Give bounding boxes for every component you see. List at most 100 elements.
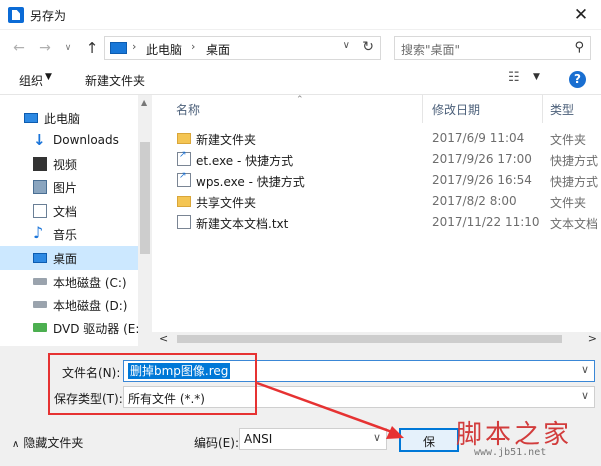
sidebar-item-label: 本地磁盘 (D:)	[53, 299, 128, 313]
window-title: 另存为	[30, 9, 67, 23]
main-pane: 此电脑 ↓ Downloads 视频 图片 文档 ♪ 音乐 桌面 本地磁盘 (C…	[0, 94, 601, 346]
sidebar-item-documents[interactable]: 文档	[0, 199, 138, 223]
file-type: 快捷方式	[550, 175, 599, 189]
sidebar-item-music[interactable]: ♪ 音乐	[0, 222, 138, 246]
file-list: ⌃ 名称 修改日期 类型 新建文件夹 2017/6/9 11:04 文件夹 et…	[152, 95, 601, 346]
file-name: et.exe - 快捷方式	[196, 154, 294, 168]
chevron-up-icon: ∧	[12, 439, 20, 450]
sidebar-scrollbar[interactable]: ▲	[138, 95, 152, 346]
text-file-icon	[177, 215, 191, 229]
file-type: 文本文档	[550, 217, 599, 231]
breadcrumb-separator-icon[interactable]: ›	[191, 40, 195, 53]
column-header-type[interactable]: 类型	[550, 101, 574, 118]
disk-icon	[33, 278, 47, 285]
sidebar-item-label: 此电脑	[44, 112, 81, 126]
download-icon: ↓	[33, 131, 46, 149]
scroll-up-icon[interactable]: ▲	[141, 98, 147, 107]
watermark-logo-text: 脚本之家	[456, 420, 573, 450]
sidebar-item-desktop[interactable]: 桌面	[0, 246, 138, 270]
sidebar-item-videos[interactable]: 视频	[0, 152, 138, 176]
sort-ascending-icon: ⌃	[296, 95, 304, 105]
column-header-name[interactable]: 名称	[176, 101, 200, 118]
file-type: 文件夹	[550, 133, 587, 147]
breadcrumb-this-pc[interactable]: 此电脑	[146, 41, 182, 58]
navigation-pane: 此电脑 ↓ Downloads 视频 图片 文档 ♪ 音乐 桌面 本地磁盘 (C…	[0, 95, 152, 346]
disk-icon	[33, 301, 47, 308]
organize-dropdown-icon[interactable]: ▼	[45, 72, 52, 82]
sidebar-item-this-pc[interactable]: 此电脑	[0, 106, 138, 130]
hide-folders-button[interactable]: ∧ 隐藏文件夹	[12, 434, 83, 451]
new-folder-button[interactable]: 新建文件夹	[85, 72, 145, 89]
file-row[interactable]: 新建文件夹 2017/6/9 11:04 文件夹	[152, 128, 601, 149]
organize-button[interactable]: 组织	[19, 72, 43, 89]
sidebar-item-label: 本地磁盘 (C:)	[53, 276, 127, 290]
file-type: 文件夹	[550, 196, 587, 210]
shortcut-icon	[177, 150, 191, 166]
file-name: 新建文件夹	[196, 133, 257, 147]
sidebar-item-label: 视频	[53, 158, 78, 172]
file-row[interactable]: 共享文件夹 2017/8/2 8:00 文件夹	[152, 191, 601, 212]
sidebar-item-dvd[interactable]: DVD 驱动器 (E:	[0, 316, 139, 340]
sidebar-item-label: 图片	[53, 181, 78, 195]
file-row[interactable]: wps.exe - 快捷方式 2017/9/26 16:54 快捷方式	[152, 170, 601, 191]
folder-icon	[177, 133, 191, 144]
video-icon	[33, 157, 47, 171]
sidebar-item-pictures[interactable]: 图片	[0, 175, 138, 199]
file-row[interactable]: 新建文本文档.txt 2017/11/22 11:10 文本文档	[152, 212, 601, 233]
watermark-url: www.jb51.net	[474, 447, 547, 458]
up-arrow-icon[interactable]: ↑	[82, 38, 102, 58]
refresh-icon[interactable]: ↻	[362, 39, 374, 55]
horizontal-scrollbar[interactable]: < >	[152, 332, 601, 346]
search-box[interactable]: 搜索"桌面" ⚲	[394, 36, 591, 60]
scroll-right-icon[interactable]: >	[588, 332, 597, 345]
view-dropdown-icon[interactable]: ▼	[533, 72, 540, 82]
close-button[interactable]: ✕	[561, 0, 601, 30]
pc-icon	[24, 113, 38, 123]
file-row[interactable]: et.exe - 快捷方式 2017/9/26 17:00 快捷方式	[152, 149, 601, 170]
chevron-down-icon[interactable]: ∨	[581, 363, 589, 376]
view-options-icon[interactable]: ☷	[508, 70, 520, 85]
sidebar-item-disk-d[interactable]: 本地磁盘 (D:)	[0, 293, 138, 317]
breadcrumb-desktop[interactable]: 桌面	[206, 41, 230, 58]
file-date: 2017/6/9 11:04	[432, 131, 525, 145]
sidebar-item-downloads[interactable]: ↓ Downloads	[0, 129, 138, 153]
sidebar-item-label: 文档	[53, 205, 78, 219]
file-date: 2017/9/26 17:00	[432, 152, 532, 166]
column-header-date[interactable]: 修改日期	[432, 101, 480, 118]
back-arrow-icon[interactable]: ←	[9, 38, 29, 58]
file-name: 新建文本文档.txt	[196, 217, 289, 231]
sidebar-item-disk-c[interactable]: 本地磁盘 (C:)	[0, 270, 138, 294]
annotation-highlight-box	[48, 353, 257, 415]
recent-locations-icon[interactable]: ∨	[61, 38, 75, 58]
encoding-label: 编码(E):	[194, 436, 239, 450]
chevron-down-icon[interactable]: ∨	[581, 389, 589, 402]
pc-icon	[110, 42, 127, 54]
file-type: 快捷方式	[550, 154, 599, 168]
pictures-icon	[33, 180, 47, 194]
address-bar[interactable]: › 此电脑 › 桌面 ∨ ↻	[104, 36, 381, 60]
file-date: 2017/11/22 11:10	[432, 215, 540, 229]
encoding-select[interactable]: ANSI ∨	[239, 428, 387, 450]
search-placeholder[interactable]: 搜索"桌面"	[401, 41, 460, 58]
save-as-icon	[8, 7, 24, 23]
search-icon[interactable]: ⚲	[574, 40, 584, 55]
sidebar-item-label: 桌面	[53, 252, 78, 266]
title-bar: 另存为 ✕	[0, 0, 601, 30]
sidebar-item-label: Downloads	[53, 133, 119, 147]
scrollbar-thumb[interactable]	[177, 335, 562, 343]
scrollbar-thumb[interactable]	[140, 142, 150, 254]
hide-folders-label: 隐藏文件夹	[23, 436, 84, 450]
breadcrumb-separator-icon[interactable]: ›	[132, 40, 136, 53]
scroll-left-icon[interactable]: <	[159, 332, 168, 345]
navigation-bar: ← → ∨ ↑ › 此电脑 › 桌面 ∨ ↻ 搜索"桌面" ⚲	[0, 30, 601, 66]
forward-arrow-icon[interactable]: →	[35, 38, 55, 58]
shortcut-icon	[177, 171, 191, 187]
column-divider[interactable]	[542, 95, 543, 123]
save-button[interactable]: 保	[399, 428, 459, 452]
column-divider[interactable]	[422, 95, 423, 123]
file-name: 共享文件夹	[196, 196, 257, 210]
chevron-down-icon[interactable]: ∨	[343, 40, 350, 51]
chevron-down-icon[interactable]: ∨	[373, 431, 381, 444]
help-icon[interactable]: ?	[569, 71, 586, 88]
save-button-label: 保	[423, 435, 436, 449]
